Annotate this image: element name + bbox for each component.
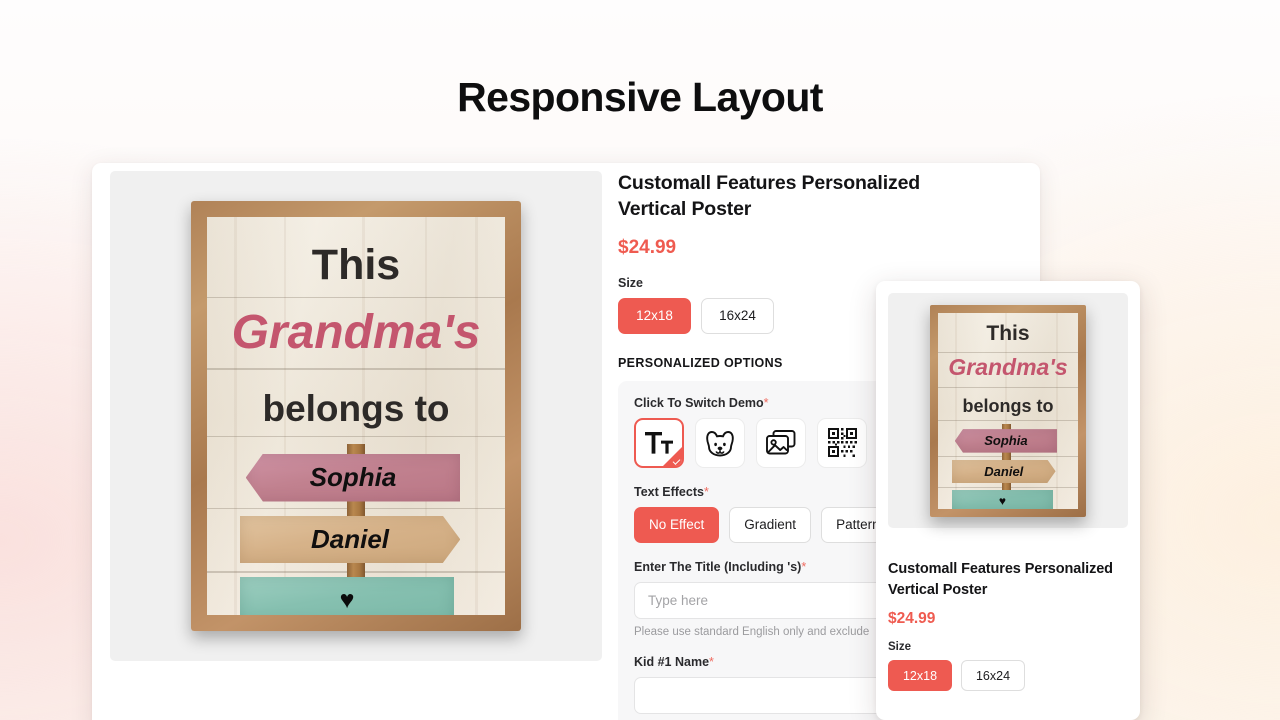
poster-line-2: Grandma's	[207, 305, 505, 360]
selected-corner-marker	[663, 447, 682, 466]
kid-name-label-text: Kid #1 Name	[634, 655, 709, 669]
text-effect-gradient[interactable]: Gradient	[729, 507, 811, 543]
text-effects-label-text: Text Effects	[634, 485, 704, 499]
mobile-product-price: $24.99	[888, 610, 1128, 628]
qr-code-icon	[828, 428, 857, 457]
mobile-product-details: Customall Features Personalized Vertical…	[888, 559, 1128, 691]
mobile-poster-line-2: Grandma's	[938, 354, 1078, 381]
mobile-poster-sign-2-label: Daniel	[984, 464, 1023, 479]
title-required-asterisk: *	[801, 560, 806, 574]
page-title: Responsive Layout	[0, 74, 1280, 121]
demo-switch-label-text: Click To Switch Demo	[634, 396, 764, 410]
mobile-poster-artwork: This Grandma's belongs to Sophia Daniel …	[930, 305, 1086, 517]
demo-tile-pet[interactable]	[695, 418, 745, 468]
poster-sign-3-label: ♥	[340, 586, 355, 615]
product-gallery[interactable]: This Grandma's belongs to Sophia Daniel …	[110, 171, 602, 661]
poster-line-3: belongs to	[207, 388, 505, 430]
dog-face-icon	[704, 428, 736, 458]
mobile-product-title: Customall Features Personalized Vertical…	[888, 559, 1128, 600]
size-option-16x24[interactable]: 16x24	[701, 298, 774, 334]
mobile-poster-sign-1-label: Sophia	[984, 433, 1027, 448]
mobile-poster-sign-1: Sophia	[955, 429, 1057, 453]
mobile-size-option-16x24[interactable]: 16x24	[961, 660, 1025, 691]
mobile-poster-sign-2: Daniel	[952, 460, 1056, 484]
mobile-poster-sign-3: ♥	[952, 490, 1053, 509]
poster-artwork: This Grandma's belongs to Sophia Daniel …	[191, 201, 521, 631]
text-effect-no-effect[interactable]: No Effect	[634, 507, 719, 543]
kid-name-required-asterisk: *	[709, 655, 714, 669]
size-option-12x18[interactable]: 12x18	[618, 298, 691, 334]
mobile-size-option-12x18[interactable]: 12x18	[888, 660, 952, 691]
mobile-size-option-group: 12x18 16x24	[888, 660, 1128, 691]
demo-required-asterisk: *	[764, 396, 769, 410]
demo-tile-qr[interactable]	[817, 418, 867, 468]
mobile-poster-line-3: belongs to	[938, 396, 1078, 417]
demo-tile-text[interactable]	[634, 418, 684, 468]
mobile-poster-sign-3-label: ♥	[999, 494, 1006, 508]
product-price: $24.99	[618, 237, 1022, 259]
demo-tile-photo[interactable]	[756, 418, 806, 468]
mobile-product-gallery[interactable]: This Grandma's belongs to Sophia Daniel …	[888, 293, 1128, 528]
poster-sign-3: ♥	[240, 577, 455, 615]
mobile-poster-line-1: This	[938, 322, 1078, 346]
photo-stack-icon	[765, 429, 797, 457]
text-effects-required-asterisk: *	[704, 485, 709, 499]
poster-sign-2-label: Daniel	[311, 524, 389, 555]
poster-line-1: This	[207, 241, 505, 290]
poster-sign-2: Daniel	[240, 516, 461, 564]
product-title: Customall Features Personalized Vertical…	[618, 171, 958, 223]
poster-sign-1-label: Sophia	[310, 462, 397, 493]
mobile-size-label: Size	[888, 641, 1128, 653]
poster-sign-1: Sophia	[246, 454, 461, 502]
title-field-label-text: Enter The Title (Including 's)	[634, 560, 801, 574]
mobile-product-card: This Grandma's belongs to Sophia Daniel …	[876, 281, 1140, 720]
